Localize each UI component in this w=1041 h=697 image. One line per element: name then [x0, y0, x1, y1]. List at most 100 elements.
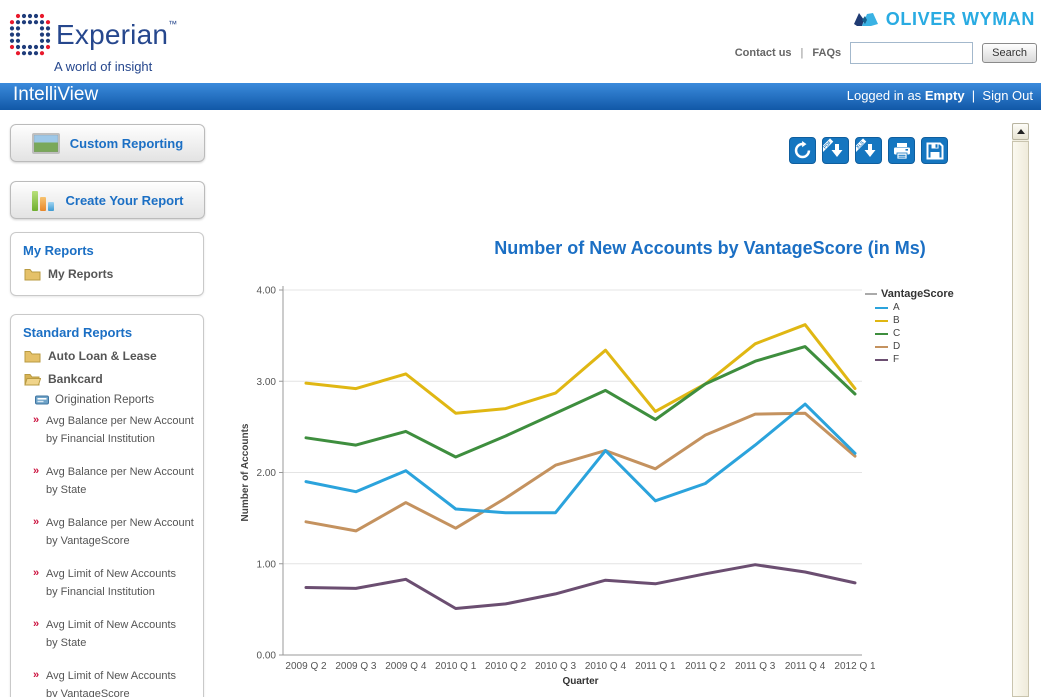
- my-reports-panel: My Reports My Reports: [10, 232, 204, 296]
- report-link[interactable]: »Avg Limit of New Accounts by State: [46, 616, 197, 651]
- legend-swatch: [875, 346, 888, 348]
- export-pdf-button[interactable]: PDF: [822, 137, 849, 164]
- svg-text:0.00: 0.00: [257, 651, 277, 662]
- series-line-F: [306, 565, 855, 609]
- series-line-C: [306, 347, 855, 457]
- page: Experian™ A world of insight OLIVER WYMA…: [0, 0, 1041, 697]
- report-link-label: Avg Limit of New Accounts by VantageScor…: [46, 670, 176, 697]
- experian-tagline: A world of insight: [54, 59, 177, 74]
- experian-logo: Experian™ A world of insight: [8, 12, 177, 74]
- svg-text:4.00: 4.00: [257, 286, 277, 297]
- report-link[interactable]: »Avg Balance per New Account by State: [46, 463, 197, 498]
- chart-title: Number of New Accounts by VantageScore (…: [380, 238, 1040, 259]
- double-chevron-icon: »: [33, 565, 39, 582]
- chart-legend: VantageScore ABCDF: [865, 288, 1005, 365]
- custom-reporting-button[interactable]: Custom Reporting: [10, 124, 205, 162]
- double-chevron-icon: »: [33, 463, 39, 480]
- experian-trademark: ™: [168, 19, 177, 29]
- report-link[interactable]: »Avg Balance per New Account by Financia…: [46, 412, 197, 447]
- report-link-label: Avg Limit of New Accounts by State: [46, 619, 176, 649]
- vertical-scrollbar[interactable]: [1012, 123, 1029, 697]
- svg-text:2009 Q 2: 2009 Q 2: [285, 661, 327, 672]
- titlebar-divider: |: [972, 88, 975, 103]
- svg-text:2011 Q 2: 2011 Q 2: [685, 661, 726, 672]
- svg-text:Quarter: Quarter: [562, 676, 598, 687]
- login-info: Logged in as Empty | Sign Out: [847, 88, 1033, 103]
- legend-label: A: [893, 302, 900, 313]
- svg-text:2011 Q 3: 2011 Q 3: [735, 661, 776, 672]
- scrollbar-up-arrow[interactable]: [1012, 123, 1029, 140]
- standard-reports-header: Standard Reports: [11, 315, 203, 340]
- search-input[interactable]: [850, 42, 973, 64]
- origination-reports-item[interactable]: Origination Reports: [11, 386, 203, 406]
- legend-label: B: [893, 315, 900, 326]
- svg-text:1.00: 1.00: [257, 559, 277, 570]
- search-button[interactable]: Search: [982, 43, 1037, 63]
- svg-text:2009 Q 4: 2009 Q 4: [385, 661, 427, 672]
- legend-label: D: [893, 341, 900, 352]
- report-link-label: Avg Balance per New Account by State: [46, 466, 194, 496]
- report-link-label: Avg Balance per New Account by Financial…: [46, 415, 194, 445]
- experian-dots-icon: [8, 12, 52, 58]
- save-button[interactable]: [921, 137, 948, 164]
- my-reports-header: My Reports: [11, 233, 203, 258]
- legend-item: F: [875, 354, 1005, 365]
- legend-item: B: [875, 315, 1005, 326]
- up-triangle-icon: [1017, 129, 1025, 134]
- closed-folder-icon: [24, 350, 41, 363]
- save-icon: [925, 141, 945, 161]
- username: Empty: [925, 88, 965, 103]
- export-xls-icon: XLS: [856, 138, 881, 163]
- legend-label: F: [893, 354, 899, 365]
- report-link[interactable]: »Avg Limit of New Accounts by Financial …: [46, 565, 197, 600]
- picture-icon: [32, 133, 60, 154]
- sign-out-link[interactable]: Sign Out: [982, 88, 1033, 103]
- report-link-label: Avg Limit of New Accounts by Financial I…: [46, 568, 176, 598]
- main-content: PDF XLS: [215, 110, 1015, 697]
- create-your-report-button[interactable]: Create Your Report: [10, 181, 205, 219]
- svg-text:2011 Q 4: 2011 Q 4: [785, 661, 826, 672]
- folder-auto-loan-lease[interactable]: Auto Loan & Lease: [11, 340, 203, 363]
- report-binder-icon: [35, 395, 49, 405]
- legend-swatch: [875, 320, 888, 322]
- svg-text:2010 Q 3: 2010 Q 3: [535, 661, 577, 672]
- experian-wordmark: Experian: [56, 19, 168, 50]
- report-link-label: Avg Balance per New Account by VantageSc…: [46, 517, 194, 547]
- oliver-wyman-wordmark: OLIVER WYMAN: [886, 9, 1035, 30]
- report-link[interactable]: »Avg Limit of New Accounts by VantageSco…: [46, 667, 197, 697]
- legend-item: A: [875, 302, 1005, 313]
- origination-reports-label: Origination Reports: [55, 394, 154, 406]
- print-icon: [892, 141, 912, 161]
- svg-text:2011 Q 1: 2011 Q 1: [635, 661, 676, 672]
- legend-swatch: [875, 359, 888, 361]
- print-button[interactable]: [888, 137, 915, 164]
- legend-label: C: [893, 328, 900, 339]
- svg-text:Number of Accounts: Number of Accounts: [240, 423, 251, 521]
- export-xls-button[interactable]: XLS: [855, 137, 882, 164]
- report-link[interactable]: »Avg Balance per New Account by VantageS…: [46, 514, 197, 549]
- my-reports-folder-item[interactable]: My Reports: [11, 258, 203, 281]
- series-line-B: [306, 325, 855, 414]
- faqs-link[interactable]: FAQs: [812, 47, 841, 59]
- legend-title: VantageScore: [881, 288, 954, 300]
- svg-text:2010 Q 4: 2010 Q 4: [585, 661, 627, 672]
- app-title-bar: IntelliView Logged in as Empty | Sign Ou…: [0, 83, 1041, 110]
- svg-text:2009 Q 3: 2009 Q 3: [335, 661, 377, 672]
- open-folder-icon: [24, 373, 41, 386]
- svg-text:2012 Q 1: 2012 Q 1: [834, 661, 875, 672]
- contact-us-link[interactable]: Contact us: [735, 47, 792, 59]
- legend-swatch: [875, 333, 888, 335]
- svg-text:2010 Q 2: 2010 Q 2: [485, 661, 527, 672]
- report-list: » Avg Balance per New Account by Financia…: [11, 412, 203, 697]
- double-chevron-icon: »: [33, 667, 39, 684]
- folder-label: Auto Loan & Lease: [48, 349, 157, 363]
- chart-toolbar: PDF XLS: [789, 137, 948, 164]
- logged-in-text: Logged in as: [847, 88, 921, 103]
- header-links: Contact us | FAQs Search: [735, 42, 1037, 64]
- bar-chart-icon: [32, 189, 56, 211]
- folder-label: Bankcard: [48, 372, 103, 386]
- scrollbar-thumb[interactable]: [1012, 141, 1029, 697]
- folder-bankcard[interactable]: Bankcard: [11, 363, 203, 386]
- oliver-wyman-logo: OLIVER WYMAN: [853, 9, 1035, 30]
- refresh-button[interactable]: [789, 137, 816, 164]
